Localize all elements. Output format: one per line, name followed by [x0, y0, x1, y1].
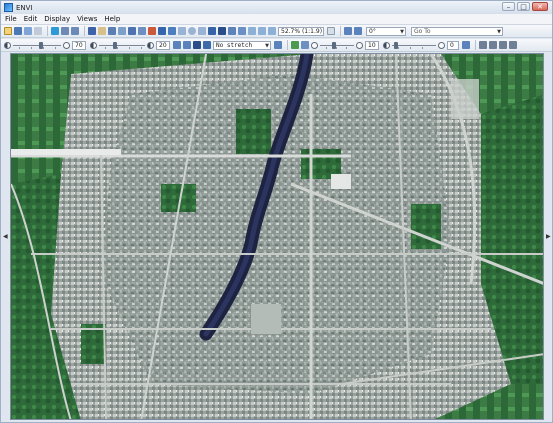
rectangle-icon[interactable] [178, 27, 186, 35]
stretch-select[interactable]: No stretch ▼ [213, 40, 271, 50]
linear-stretch-icon[interactable] [183, 41, 191, 49]
contrast-value[interactable]: 20 [156, 40, 170, 50]
goto-placeholder: Go To [414, 27, 431, 35]
main-toolbar: 52.7% (1:1.9) 0° ▼ Go To ▼ [1, 25, 552, 38]
transparency-icon [383, 41, 390, 49]
save-icon[interactable] [14, 27, 22, 35]
view-grid-icon[interactable] [499, 41, 507, 49]
transparency-refresh-icon[interactable] [462, 41, 470, 49]
picture-icon[interactable] [218, 27, 226, 35]
title-bar: ENVI – □ ✕ [1, 1, 552, 14]
select-arrow-icon[interactable] [88, 27, 96, 35]
vector-icon[interactable] [128, 27, 136, 35]
zoom-out-icon[interactable] [258, 27, 266, 35]
polyline-icon[interactable] [198, 27, 206, 35]
arrow-icon[interactable] [208, 27, 216, 35]
view-link-icon[interactable] [509, 41, 517, 49]
menu-help[interactable]: Help [104, 15, 120, 23]
histogram-icon[interactable] [193, 41, 201, 49]
pan-icon[interactable] [98, 27, 106, 35]
minimize-button[interactable]: – [502, 2, 515, 11]
color-table-icon[interactable] [291, 41, 299, 49]
sharpen-slider[interactable] [320, 41, 354, 50]
refresh-icon[interactable] [274, 41, 282, 49]
transparency-slider[interactable] [392, 41, 436, 50]
chevron-down-icon: ▼ [400, 28, 404, 35]
open-file-icon[interactable] [4, 27, 12, 35]
contrast-reset-icon[interactable] [63, 41, 70, 49]
menu-views[interactable]: Views [77, 15, 97, 23]
print-icon[interactable] [24, 27, 32, 35]
image-view[interactable] [10, 53, 544, 420]
toolbar-separator [47, 26, 48, 36]
redo-icon[interactable] [71, 27, 79, 35]
adjust-toolbar: 70 20 No stretch ▼ 10 0 [1, 39, 552, 52]
chevron-down-icon: ▼ [265, 42, 269, 49]
toolbar-separator [340, 26, 341, 36]
annotation-icon[interactable] [148, 27, 156, 35]
stretch-type-icon[interactable] [203, 41, 211, 49]
goto-field[interactable]: Go To ▼ [411, 26, 503, 36]
right-panel-toggle-icon[interactable]: ▶ [546, 233, 551, 240]
contrast-icon [90, 41, 97, 49]
sharpen-icon [147, 41, 154, 49]
envi-window: ENVI – □ ✕ File Edit Display Views Help [0, 0, 553, 423]
toolbar-separator [287, 40, 288, 50]
rotate-icon[interactable] [118, 27, 126, 35]
fly-icon[interactable] [108, 27, 116, 35]
scale-dropdown-icon[interactable] [327, 27, 335, 35]
scale-readout[interactable]: 52.7% (1:1.9) [278, 26, 324, 36]
transparency-reset-icon[interactable] [438, 41, 445, 49]
undo-icon[interactable] [61, 27, 69, 35]
menu-bar: File Edit Display Views Help [1, 14, 552, 25]
zoom-in-icon[interactable] [248, 27, 256, 35]
view-split-icon[interactable] [489, 41, 497, 49]
chevron-down-icon: ▼ [497, 28, 501, 35]
sharpen-dot-icon[interactable] [356, 41, 363, 49]
envi-app-icon [4, 3, 13, 12]
ellipse-icon[interactable] [188, 27, 196, 35]
polygon-icon[interactable] [168, 27, 176, 35]
layer-manager-icon[interactable] [51, 27, 59, 35]
grid-icon[interactable] [238, 27, 246, 35]
text-annotation-icon[interactable] [158, 27, 166, 35]
left-panel-toggle-icon[interactable]: ◀ [3, 233, 8, 240]
brightness-value[interactable]: 70 [72, 40, 86, 50]
toolbar-separator [84, 26, 85, 36]
view-single-icon[interactable] [479, 41, 487, 49]
transparency-value[interactable]: 0 [447, 40, 459, 50]
sharpen-value[interactable]: 10 [365, 40, 379, 50]
maximize-button[interactable]: □ [517, 2, 530, 11]
toolbar-separator [475, 40, 476, 50]
rotate-right-icon[interactable] [354, 27, 362, 35]
zoom-full-icon[interactable] [268, 27, 276, 35]
crosshair-icon[interactable] [138, 27, 146, 35]
window-controls: – □ ✕ [502, 2, 548, 11]
brightness-slider[interactable] [13, 41, 61, 50]
rotate-left-icon[interactable] [344, 27, 352, 35]
rotation-value: 0° [369, 27, 376, 35]
sharpen-reset-icon[interactable] [311, 41, 318, 49]
data-manager-icon[interactable] [34, 27, 42, 35]
window-title: ENVI [16, 3, 33, 12]
brightness-icon [4, 41, 11, 49]
rotation-select[interactable]: 0° ▼ [366, 26, 406, 36]
menu-file[interactable]: File [5, 15, 17, 23]
stretch-value: No stretch [216, 41, 253, 49]
contrast-slider[interactable] [99, 41, 145, 50]
close-button[interactable]: ✕ [532, 2, 548, 11]
map-key-icon[interactable] [228, 27, 236, 35]
menu-edit[interactable]: Edit [24, 15, 38, 23]
menu-display[interactable]: Display [44, 15, 70, 23]
sharpen-tool-icon[interactable] [301, 41, 309, 49]
reset-icon[interactable] [173, 41, 181, 49]
satellite-image [11, 54, 543, 419]
